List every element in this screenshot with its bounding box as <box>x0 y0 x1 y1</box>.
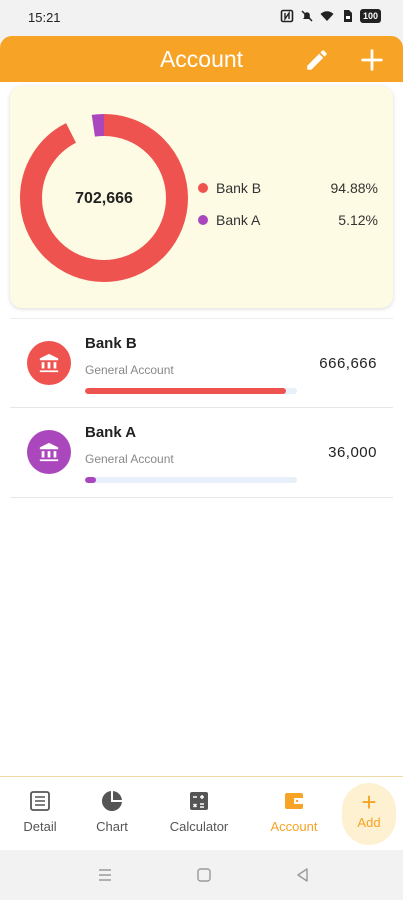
nav-label: Calculator <box>169 819 229 834</box>
bottom-nav: Detail Chart Calculator Account + Add <box>0 776 403 850</box>
menu-icon[interactable] <box>97 867 113 883</box>
list-icon <box>30 791 50 811</box>
nav-calculator[interactable]: Calculator <box>160 777 238 851</box>
nav-label: Account <box>270 819 318 834</box>
account-type: General Account <box>85 452 174 466</box>
account-progress-bar <box>85 477 297 483</box>
pie-chart-icon <box>102 791 122 811</box>
legend-item: Bank B 94.88% <box>198 172 378 204</box>
nfc-icon <box>280 9 294 23</box>
sim-icon <box>343 10 352 22</box>
legend-item: Bank A 5.12% <box>198 204 378 236</box>
plus-icon: + <box>361 787 377 817</box>
status-icons: 100 <box>280 9 381 23</box>
nav-label: Detail <box>23 819 57 834</box>
battery-icon: 100 <box>359 9 381 23</box>
account-list: Bank B General Account 666,666 Bank A Ge… <box>10 318 393 498</box>
legend-percent: 5.12% <box>338 212 378 228</box>
legend-name: Bank A <box>216 212 261 228</box>
chart-legend: Bank B 94.88% Bank A 5.12% <box>198 172 378 236</box>
app-header: Account <box>0 36 403 82</box>
back-icon[interactable] <box>295 867 311 883</box>
account-amount: 666,666 <box>319 355 377 372</box>
total-balance: 702,666 <box>75 190 133 207</box>
pencil-icon[interactable] <box>304 47 330 73</box>
nav-label: Add <box>357 815 381 830</box>
legend-name: Bank B <box>216 180 262 196</box>
account-progress-fill <box>85 477 96 483</box>
wifi-icon <box>320 11 334 21</box>
nav-detail[interactable]: Detail <box>10 777 70 851</box>
bank-icon <box>27 341 71 385</box>
wallet-icon <box>285 793 303 809</box>
account-item-bank-b[interactable]: Bank B General Account 666,666 <box>10 318 393 408</box>
page-title: Account <box>159 46 244 72</box>
status-time: 15:21 <box>28 10 61 25</box>
system-nav-bar <box>0 850 403 900</box>
legend-dot <box>198 215 208 225</box>
nav-label: Chart <box>96 819 128 834</box>
nav-chart[interactable]: Chart <box>82 777 142 851</box>
bank-icon <box>27 430 71 474</box>
account-type: General Account <box>85 363 174 377</box>
summary-card: 702,666 Bank B 94.88% Bank A 5.12% <box>10 86 393 308</box>
account-item-bank-a[interactable]: Bank A General Account 36,000 <box>10 408 393 498</box>
home-icon[interactable] <box>196 867 212 883</box>
nav-add-button[interactable]: + Add <box>342 783 396 845</box>
account-name: Bank A <box>85 424 137 441</box>
main-content: 702,666 Bank B 94.88% Bank A 5.12% Bank … <box>0 82 403 776</box>
account-progress-fill <box>85 388 287 394</box>
account-progress-bar <box>85 388 297 394</box>
legend-dot <box>198 183 208 193</box>
calculator-icon <box>190 792 208 810</box>
account-amount: 36,000 <box>328 444 377 461</box>
status-bar: 15:21 100 <box>0 0 403 36</box>
plus-icon[interactable] <box>358 46 386 74</box>
mute-bell-icon <box>301 10 313 22</box>
nav-account[interactable]: Account <box>262 777 326 851</box>
account-name: Bank B <box>85 335 137 352</box>
legend-percent: 94.88% <box>330 180 378 196</box>
